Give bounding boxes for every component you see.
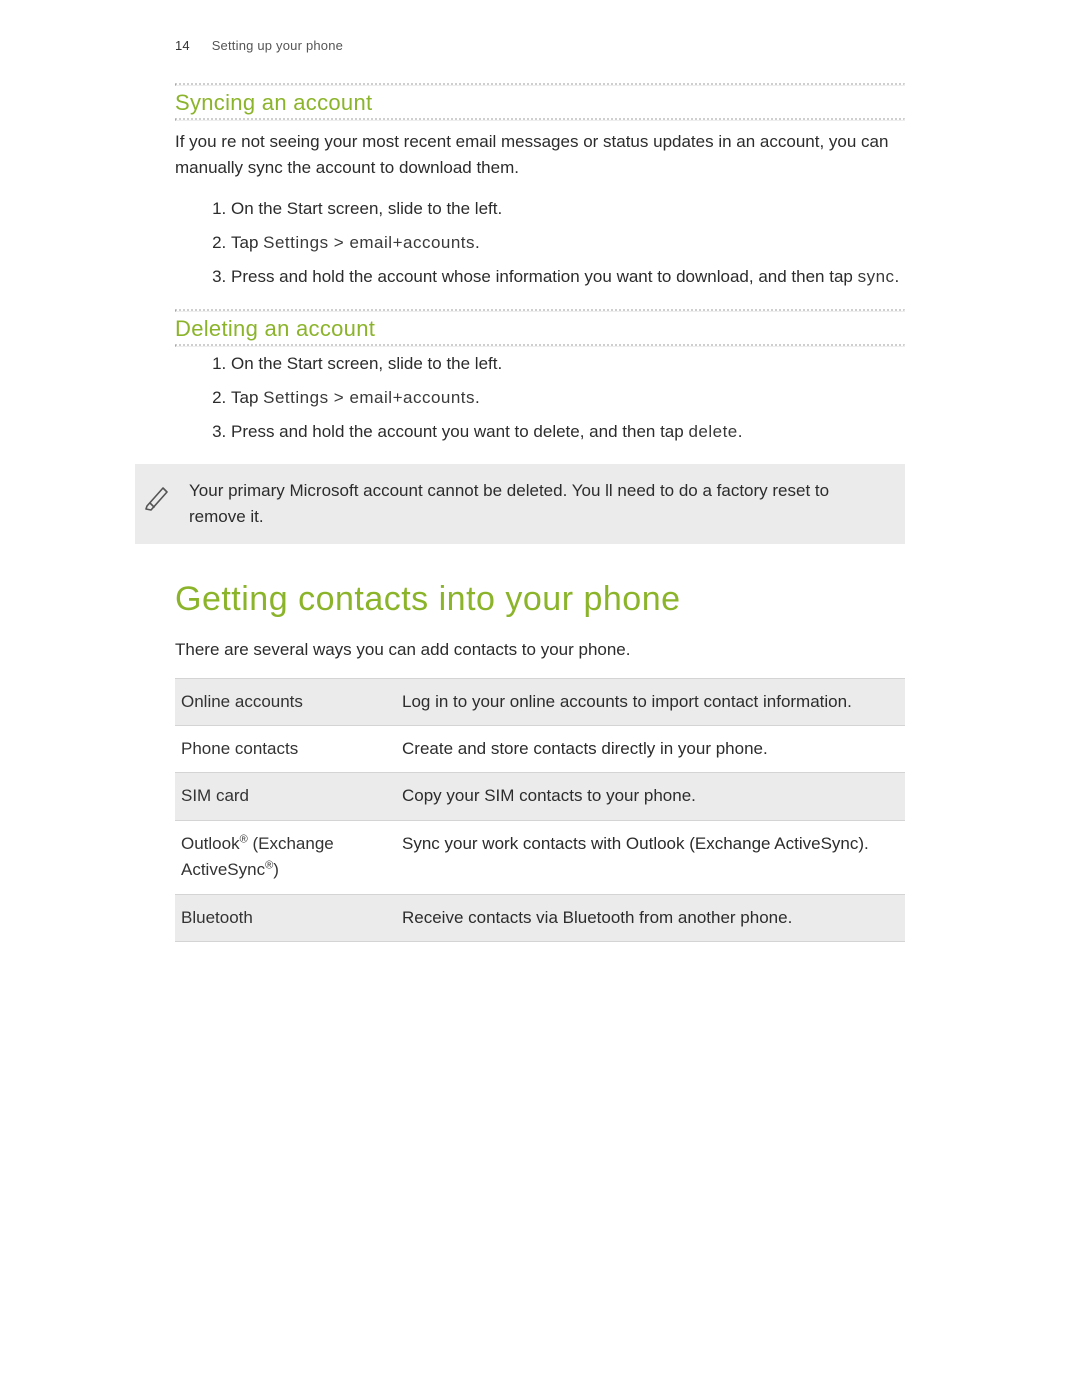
ui-action-delete: delete <box>688 422 737 441</box>
note-text: Your primary Microsoft account cannot be… <box>189 478 887 531</box>
page-header: 14 Setting up your phone <box>175 38 905 53</box>
table-row: Phone contacts Create and store contacts… <box>175 726 905 773</box>
document-page: 14 Setting up your phone Syncing an acco… <box>0 0 1080 1397</box>
step-text: . <box>475 233 480 252</box>
table-key: Phone contacts <box>175 726 396 773</box>
registered-mark: ® <box>265 860 273 872</box>
registered-mark: ® <box>240 833 248 845</box>
page-section-name: Setting up your phone <box>212 38 343 53</box>
steps-list-sync: On the Start screen, slide to the left. … <box>175 196 905 291</box>
divider <box>175 309 905 312</box>
table-key: Outlook® (Exchange ActiveSync®) <box>175 820 396 894</box>
divider <box>175 83 905 86</box>
ui-path-settings: Settings > email+accounts <box>263 233 475 252</box>
step-text: Tap <box>231 233 263 252</box>
step-item: Press and hold the account whose informa… <box>231 264 905 290</box>
body-text: If you re not seeing your most recent em… <box>175 129 905 182</box>
contacts-methods-table: Online accounts Log in to your online ac… <box>175 678 905 942</box>
steps-list-delete: On the Start screen, slide to the left. … <box>175 351 905 446</box>
step-item: On the Start screen, slide to the left. <box>231 351 905 377</box>
table-value: Create and store contacts directly in yo… <box>396 726 905 773</box>
body-text: There are several ways you can add conta… <box>175 637 905 663</box>
step-text: Press and hold the account you want to d… <box>231 422 688 441</box>
step-text: . <box>475 388 480 407</box>
step-text: . <box>738 422 743 441</box>
step-item: Tap Settings > email+accounts. <box>231 230 905 256</box>
note-callout: Your primary Microsoft account cannot be… <box>135 464 905 545</box>
pencil-icon <box>143 482 171 512</box>
ui-action-sync: sync <box>858 267 895 286</box>
table-key: Bluetooth <box>175 894 396 941</box>
subheading-syncing: Syncing an account <box>175 90 905 116</box>
table-value: Copy your SIM contacts to your phone. <box>396 773 905 820</box>
table-key: Online accounts <box>175 678 396 725</box>
step-text: . <box>895 267 900 286</box>
heading-getting-contacts: Getting contacts into your phone <box>175 580 905 619</box>
table-key-text: ) <box>273 860 279 879</box>
table-key: SIM card <box>175 773 396 820</box>
subheading-deleting: Deleting an account <box>175 316 905 342</box>
step-item: Press and hold the account you want to d… <box>231 419 905 445</box>
step-item: Tap Settings > email+accounts. <box>231 385 905 411</box>
table-row: Online accounts Log in to your online ac… <box>175 678 905 725</box>
ui-path-settings: Settings > email+accounts <box>263 388 475 407</box>
step-text: Tap <box>231 388 263 407</box>
table-value: Log in to your online accounts to import… <box>396 678 905 725</box>
step-text: Press and hold the account whose informa… <box>231 267 858 286</box>
step-item: On the Start screen, slide to the left. <box>231 196 905 222</box>
table-value: Receive contacts via Bluetooth from anot… <box>396 894 905 941</box>
table-row: Outlook® (Exchange ActiveSync®) Sync you… <box>175 820 905 894</box>
table-key-text: Outlook <box>181 834 240 853</box>
divider <box>175 118 905 121</box>
table-row: SIM card Copy your SIM contacts to your … <box>175 773 905 820</box>
divider <box>175 344 905 347</box>
table-row: Bluetooth Receive contacts via Bluetooth… <box>175 894 905 941</box>
table-value: Sync your work contacts with Outlook (Ex… <box>396 820 905 894</box>
page-number: 14 <box>175 38 190 53</box>
